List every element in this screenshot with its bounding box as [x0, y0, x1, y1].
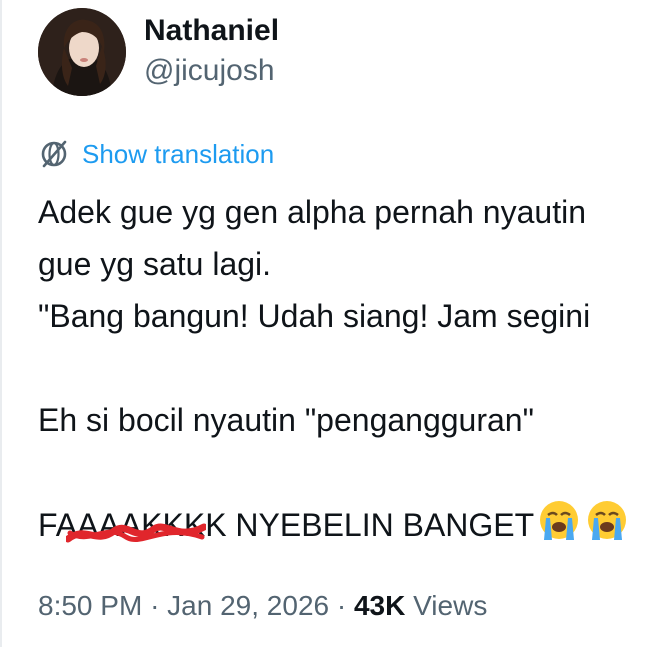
show-translation-button[interactable]: Show translation — [38, 136, 274, 172]
tweet-date[interactable]: Jan 29, 2026 — [167, 590, 329, 621]
tweet-line: "Bang bangun! Udah siang! Jam segini — [38, 298, 591, 334]
tweet-line — [38, 446, 650, 498]
loudly-crying-face-icon — [540, 501, 579, 540]
last-line-rest: KK NYEBELIN BANGET — [183, 507, 535, 543]
views-count[interactable]: 43K — [354, 590, 405, 621]
tweet-line: Adek gue yg gen alpha pernah nyautin — [38, 194, 586, 230]
loudly-crying-face-icon — [588, 501, 627, 540]
meta-separator: · — [150, 590, 160, 621]
tweet-text: Adek gue yg gen alpha pernah nyautin gue… — [38, 186, 650, 550]
red-scribble-strike — [65, 523, 206, 543]
tweet-line: gue yg satu lagi. — [38, 246, 272, 282]
tweet-line: Eh si bocil nyautin "pengangguran" — [38, 402, 534, 438]
views-label[interactable]: Views — [413, 590, 487, 621]
tweet-last-line: FAAAAKK KK NYEBELIN BANGET — [38, 498, 650, 550]
avatar[interactable] — [38, 8, 126, 96]
globe-slash-icon — [41, 140, 67, 168]
last-line-prefix: F — [38, 507, 56, 543]
meta-separator: · — [336, 590, 347, 621]
struck-text: AAAAKK — [56, 507, 206, 543]
tweet-meta: 8:50 PM · Jan 29, 2026 · 43K Views — [38, 586, 487, 626]
tweet-time[interactable]: 8:50 PM — [38, 590, 142, 621]
user-info: Nathaniel @jicujosh — [144, 11, 279, 91]
panel-edge — [0, 0, 2, 647]
show-translation-label: Show translation — [82, 139, 275, 169]
display-name[interactable]: Nathaniel — [144, 11, 279, 51]
tweet-header: Nathaniel @jicujosh — [38, 8, 279, 96]
tweet-line — [38, 342, 650, 394]
handle[interactable]: @jicujosh — [144, 51, 279, 91]
